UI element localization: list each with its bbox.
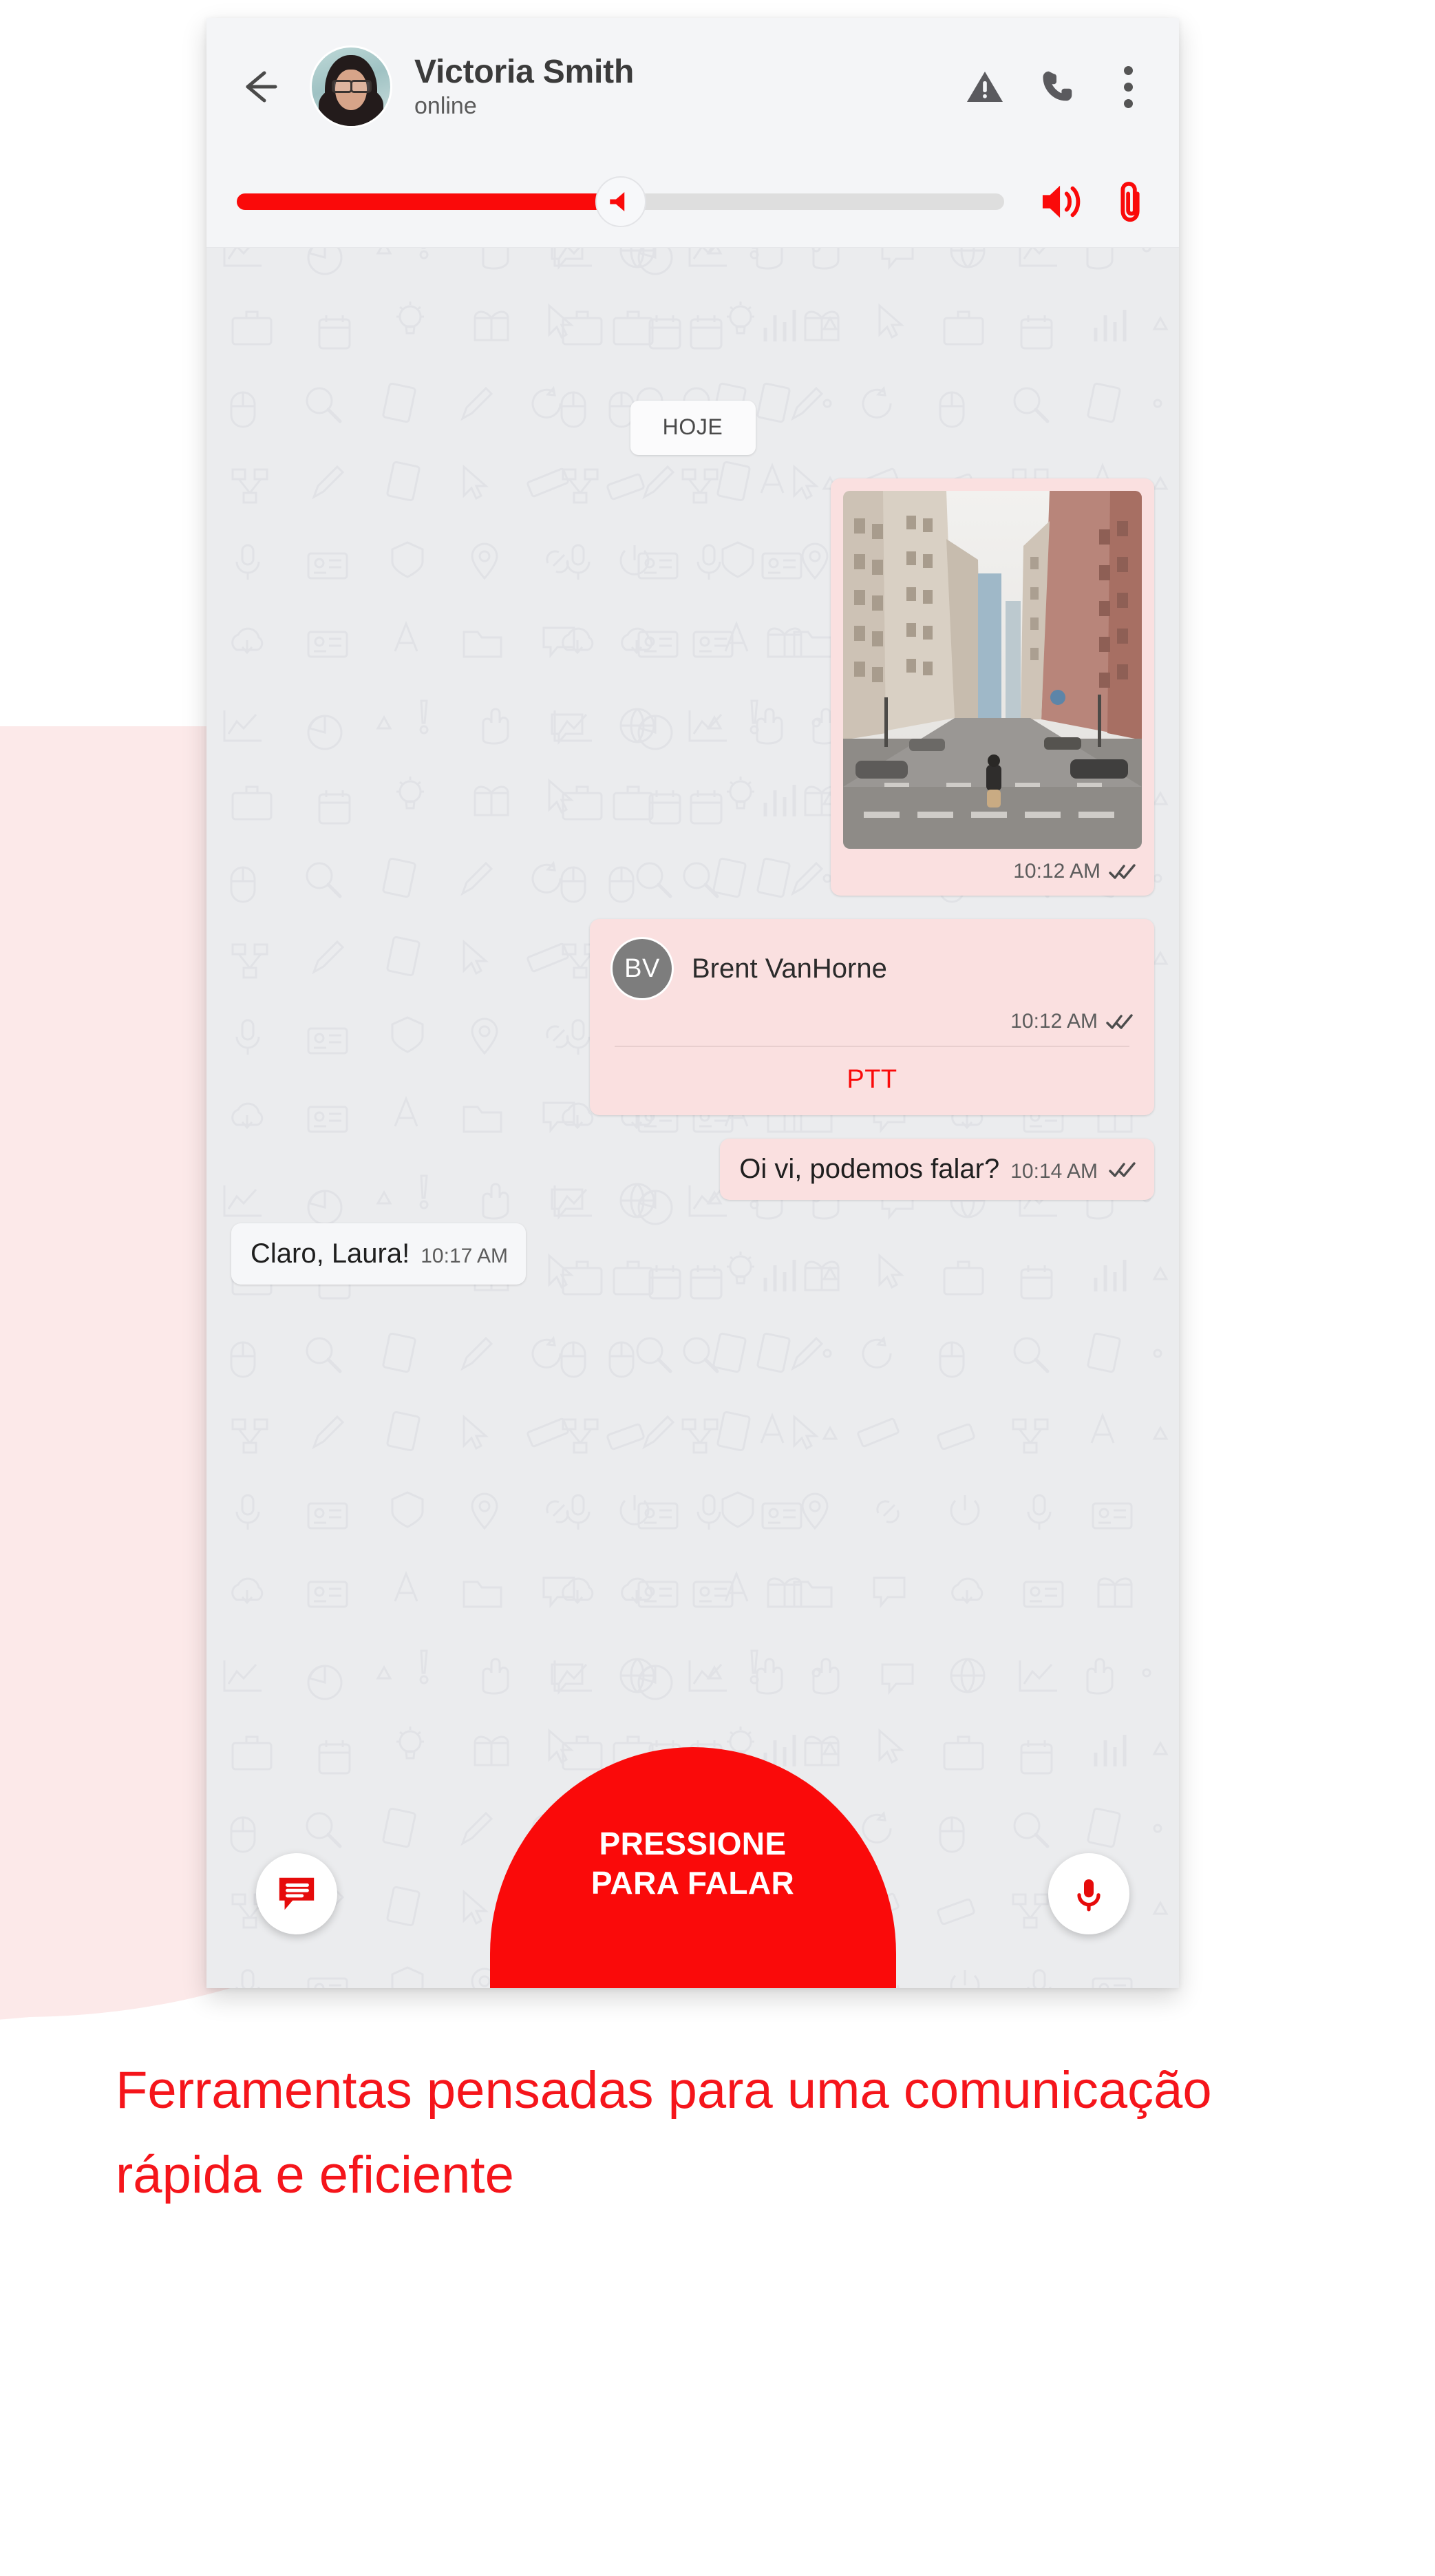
ptt-label-line1: PRESSIONE: [599, 1826, 787, 1861]
contact-info: Victoria Smith online: [414, 54, 966, 120]
slider-fill: [237, 193, 621, 210]
contact-avatar[interactable]: [310, 45, 392, 128]
volume-slider[interactable]: [237, 176, 1004, 227]
contact-card-header: BV Brent VanHorne: [610, 937, 1134, 1000]
message-text: Oi vi, podemos falar?: [739, 1154, 1000, 1184]
page-root: Victoria Smith online HOJE 10:12 AM BV B…: [0, 0, 1435, 2576]
speaker-icon: [609, 191, 624, 211]
read-receipt-icon: [1106, 1014, 1133, 1029]
contact-card-avatar: BV: [610, 937, 674, 1000]
alert-triangle-icon[interactable]: [966, 66, 1004, 107]
overflow-menu-icon[interactable]: [1109, 65, 1147, 108]
text-message-bubble[interactable]: Oi vi, podemos falar? 10:14 AM: [720, 1139, 1154, 1200]
message-row-image: 10:12 AM: [222, 478, 1164, 896]
chat-message-list[interactable]: HOJE 10:12 AM BV Brent VanHorne 10:12 AM…: [206, 248, 1179, 1988]
back-arrow-icon[interactable]: [237, 65, 281, 109]
chat-message-button[interactable]: [256, 1853, 337, 1934]
microphone-button[interactable]: [1048, 1853, 1129, 1934]
push-to-talk-button[interactable]: PRESSIONE PARA FALAR: [489, 1747, 896, 1988]
read-receipt-icon: [1109, 864, 1136, 879]
chat-message-icon: [279, 1877, 315, 1910]
messages-container: HOJE 10:12 AM BV Brent VanHorne 10:12 AM…: [222, 248, 1164, 1285]
ptt-action-button[interactable]: PTT: [610, 1047, 1134, 1115]
image-message-bubble[interactable]: 10:12 AM: [831, 478, 1154, 896]
ptt-label-line2: PARA FALAR: [591, 1865, 795, 1901]
contact-status: online: [414, 93, 477, 120]
volume-toolbar: [206, 156, 1179, 248]
ptt-control-bar: PRESSIONE PARA FALAR: [206, 1747, 1179, 1988]
microphone-icon: [1077, 1879, 1101, 1912]
message-timestamp: 10:12 AM: [1010, 1010, 1098, 1033]
contact-name: Victoria Smith: [414, 53, 635, 90]
phone-screenshot: Victoria Smith online HOJE 10:12 AM BV B…: [206, 18, 1179, 1988]
message-timestamp: 10:12 AM: [1013, 860, 1101, 883]
message-row-text-outgoing: Oi vi, podemos falar? 10:14 AM: [222, 1139, 1164, 1200]
volume-up-icon[interactable]: [1040, 182, 1083, 222]
message-row-contact-card: BV Brent VanHorne 10:12 AM PTT: [222, 919, 1164, 1115]
contact-card-meta: 10:12 AM: [610, 1000, 1134, 1046]
image-message-meta: 10:12 AM: [843, 849, 1142, 896]
paperclip-icon[interactable]: [1114, 180, 1147, 223]
city-street-photo[interactable]: [843, 491, 1142, 849]
header-actions: [966, 65, 1147, 108]
contact-card-name: Brent VanHorne: [692, 953, 887, 984]
message-text: Claro, Laura!: [251, 1238, 410, 1269]
read-receipt-icon: [1109, 1161, 1136, 1177]
date-divider: HOJE: [630, 401, 756, 455]
message-timestamp: 10:17 AM: [421, 1245, 508, 1267]
message-timestamp: 10:14 AM: [1010, 1160, 1098, 1183]
phone-icon[interactable]: [1037, 66, 1076, 107]
page-caption: Ferramentas pensadas para uma comunicaçã…: [116, 2061, 1212, 2205]
chat-header: Victoria Smith online: [206, 18, 1179, 156]
message-row-text-incoming: Claro, Laura! 10:17 AM: [222, 1223, 1164, 1285]
slider-thumb[interactable]: [595, 176, 646, 227]
text-message-bubble[interactable]: Claro, Laura! 10:17 AM: [231, 1223, 526, 1285]
contact-card-bubble[interactable]: BV Brent VanHorne 10:12 AM PTT: [590, 919, 1154, 1115]
